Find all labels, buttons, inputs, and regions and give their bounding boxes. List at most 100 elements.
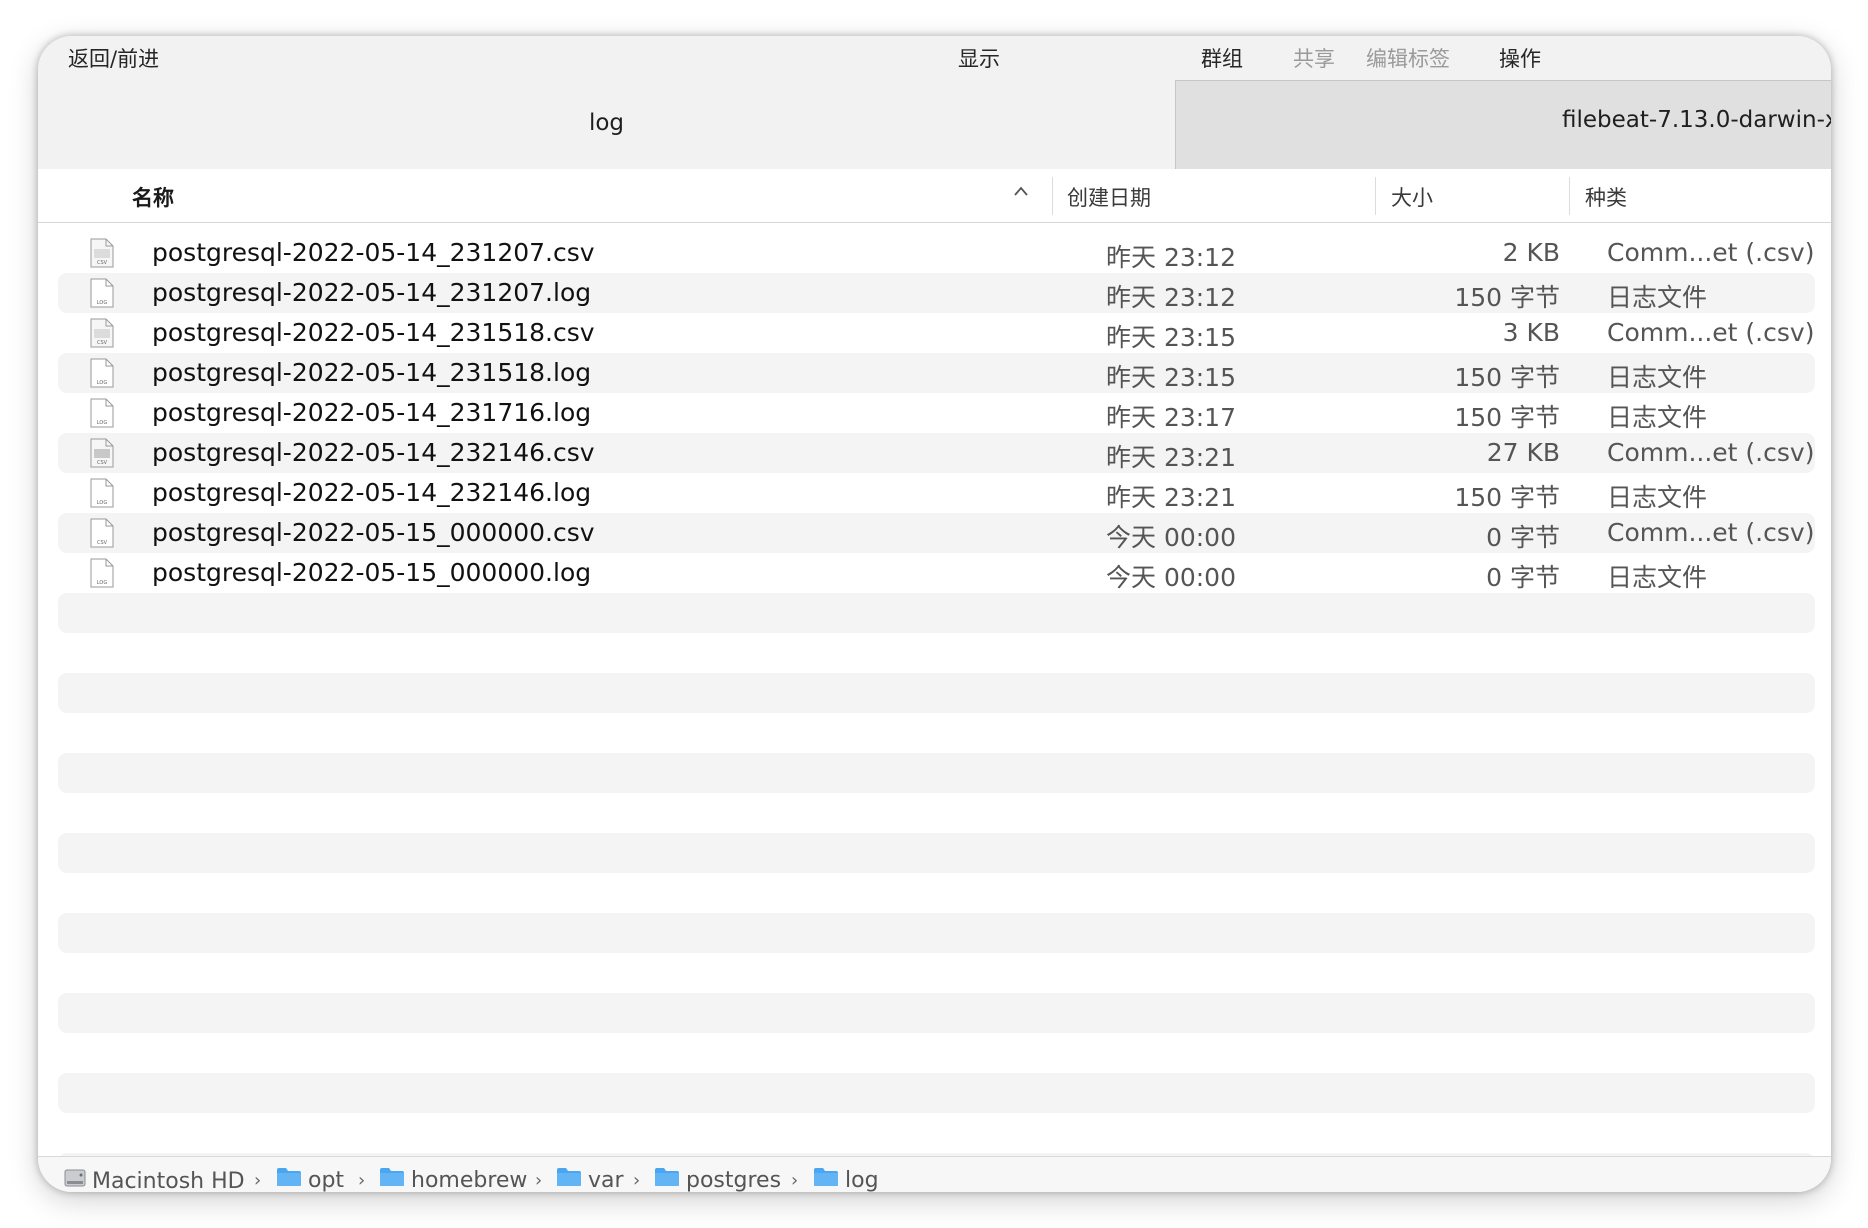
chevron-right-icon: › bbox=[254, 1170, 262, 1191]
file-size: 27 KB bbox=[1486, 438, 1560, 467]
file-kind: 日志文件 bbox=[1607, 403, 1708, 432]
log-file-icon: LOG bbox=[90, 358, 114, 392]
file-icon-label: LOG bbox=[97, 420, 108, 426]
folder-icon bbox=[379, 1167, 405, 1192]
column-separator[interactable] bbox=[1569, 177, 1570, 215]
path-item-homebrew[interactable]: homebrew bbox=[379, 1167, 527, 1192]
hard-drive-icon bbox=[64, 1167, 86, 1192]
folder-icon bbox=[276, 1167, 302, 1192]
file-kind: 日志文件 bbox=[1607, 483, 1708, 512]
path-label: postgres bbox=[686, 1167, 782, 1193]
file-date: 昨天 23:12 bbox=[1106, 243, 1236, 272]
empty-row bbox=[58, 833, 1815, 873]
csv-file-icon: CSV bbox=[90, 238, 114, 272]
toolbar: 返回/前进 显示 群组 共享 编辑标签 操作 bbox=[38, 36, 1831, 76]
path-item-macintosh-hd[interactable]: Macintosh HD bbox=[64, 1167, 245, 1192]
file-date: 今天 00:00 bbox=[1106, 563, 1236, 592]
file-row[interactable]: LOG postgresql-2022-05-14_231207.log 昨天 … bbox=[58, 273, 1815, 313]
file-size: 150 字节 bbox=[1454, 403, 1560, 432]
path-label: homebrew bbox=[411, 1167, 528, 1193]
file-icon-label: LOG bbox=[97, 500, 108, 506]
file-size: 150 字节 bbox=[1454, 483, 1560, 512]
file-row[interactable]: LOG postgresql-2022-05-14_232146.log 昨天 … bbox=[58, 473, 1815, 513]
empty-row bbox=[58, 753, 1815, 793]
csv-file-icon: CSV bbox=[90, 318, 114, 352]
file-date: 昨天 23:15 bbox=[1106, 323, 1236, 352]
file-size: 2 KB bbox=[1502, 238, 1560, 267]
file-row[interactable]: CSV postgresql-2022-05-14_231207.csv 昨天 … bbox=[58, 233, 1815, 273]
path-item-log[interactable]: log bbox=[813, 1167, 879, 1192]
file-row[interactable]: CSV postgresql-2022-05-14_231518.csv 昨天 … bbox=[58, 313, 1815, 353]
path-label: log bbox=[845, 1167, 879, 1193]
sort-ascending-icon[interactable] bbox=[1013, 183, 1029, 202]
file-kind: 日志文件 bbox=[1607, 283, 1708, 312]
file-kind: Comm...et (.csv) bbox=[1607, 438, 1815, 467]
file-date: 昨天 23:17 bbox=[1106, 403, 1236, 432]
edit-tags-button[interactable]: 编辑标签 bbox=[1366, 43, 1450, 73]
csv-file-icon: CSV bbox=[90, 518, 114, 552]
file-kind: Comm...et (.csv) bbox=[1607, 238, 1815, 267]
path-label: opt bbox=[308, 1167, 345, 1193]
file-date: 今天 00:00 bbox=[1106, 523, 1236, 552]
file-kind: 日志文件 bbox=[1607, 363, 1708, 392]
tab-bar: log filebeat-7.13.0-darwin-x86 bbox=[38, 76, 1831, 170]
column-date-header[interactable]: 创建日期 bbox=[1067, 182, 1151, 212]
file-name: postgresql-2022-05-14_231207.csv bbox=[152, 238, 595, 267]
file-name: postgresql-2022-05-15_000000.log bbox=[152, 558, 592, 587]
path-item-postgres[interactable]: postgres bbox=[654, 1167, 781, 1192]
action-button[interactable]: 操作 bbox=[1499, 43, 1541, 73]
file-size: 3 KB bbox=[1502, 318, 1560, 347]
column-kind-header[interactable]: 种类 bbox=[1585, 182, 1627, 212]
finder-window: 返回/前进 显示 群组 共享 编辑标签 操作 log filebeat-7.13… bbox=[38, 36, 1831, 1192]
log-file-icon: LOG bbox=[90, 398, 114, 432]
file-icon-label: LOG bbox=[97, 580, 108, 586]
log-file-icon: LOG bbox=[90, 278, 114, 312]
file-date: 昨天 23:15 bbox=[1106, 363, 1236, 392]
back-forward-button[interactable]: 返回/前进 bbox=[68, 43, 159, 73]
file-row[interactable]: CSV postgresql-2022-05-15_000000.csv 今天 … bbox=[58, 513, 1815, 553]
tab-label: log bbox=[588, 109, 625, 136]
path-item-var[interactable]: var bbox=[556, 1167, 624, 1192]
path-label: Macintosh HD bbox=[92, 1168, 245, 1193]
file-name: postgresql-2022-05-14_231207.log bbox=[152, 278, 592, 307]
file-row[interactable]: LOG postgresql-2022-05-14_231716.log 昨天 … bbox=[58, 393, 1815, 433]
file-name: postgresql-2022-05-14_232146.log bbox=[152, 478, 592, 507]
file-icon-label: LOG bbox=[97, 300, 108, 306]
file-icon-label: CSV bbox=[97, 260, 108, 266]
file-row[interactable]: LOG postgresql-2022-05-14_231518.log 昨天 … bbox=[58, 353, 1815, 393]
file-date: 昨天 23:21 bbox=[1106, 483, 1236, 512]
view-button[interactable]: 显示 bbox=[958, 43, 1000, 73]
file-date: 昨天 23:12 bbox=[1106, 283, 1236, 312]
file-icon-label: CSV bbox=[97, 340, 108, 346]
chevron-right-icon: › bbox=[791, 1170, 799, 1191]
folder-icon bbox=[813, 1167, 839, 1192]
log-file-icon: LOG bbox=[90, 558, 114, 592]
file-kind: Comm...et (.csv) bbox=[1607, 518, 1815, 547]
path-bar: Macintosh HD › opt › homebrew › var › po… bbox=[38, 1156, 1831, 1192]
file-size: 150 字节 bbox=[1454, 363, 1560, 392]
group-button[interactable]: 群组 bbox=[1201, 43, 1243, 73]
folder-icon bbox=[654, 1167, 680, 1192]
empty-row bbox=[58, 913, 1815, 953]
empty-row bbox=[58, 593, 1815, 633]
column-name-header[interactable]: 名称 bbox=[132, 182, 174, 212]
file-name: postgresql-2022-05-15_000000.csv bbox=[152, 518, 595, 547]
file-size: 150 字节 bbox=[1454, 283, 1560, 312]
file-kind: 日志文件 bbox=[1607, 563, 1708, 592]
tab-filebeat[interactable]: filebeat-7.13.0-darwin-x86 bbox=[1175, 80, 1831, 170]
share-button[interactable]: 共享 bbox=[1293, 43, 1335, 73]
column-size-header[interactable]: 大小 bbox=[1391, 182, 1433, 212]
column-header: 名称 创建日期 大小 种类 bbox=[38, 169, 1831, 223]
chevron-right-icon: › bbox=[358, 1170, 366, 1191]
file-icon-label: LOG bbox=[97, 380, 108, 386]
file-row[interactable]: CSV postgresql-2022-05-14_232146.csv 昨天 … bbox=[58, 433, 1815, 473]
file-row[interactable]: LOG postgresql-2022-05-15_000000.log 今天 … bbox=[58, 553, 1815, 593]
file-name: postgresql-2022-05-14_231518.csv bbox=[152, 318, 595, 347]
chevron-right-icon: › bbox=[633, 1170, 641, 1191]
column-separator[interactable] bbox=[1052, 177, 1053, 215]
path-item-opt[interactable]: opt bbox=[276, 1167, 344, 1192]
path-label: var bbox=[588, 1167, 624, 1193]
empty-row bbox=[58, 1073, 1815, 1113]
tab-log[interactable]: log bbox=[38, 76, 1175, 169]
column-separator[interactable] bbox=[1375, 177, 1376, 215]
